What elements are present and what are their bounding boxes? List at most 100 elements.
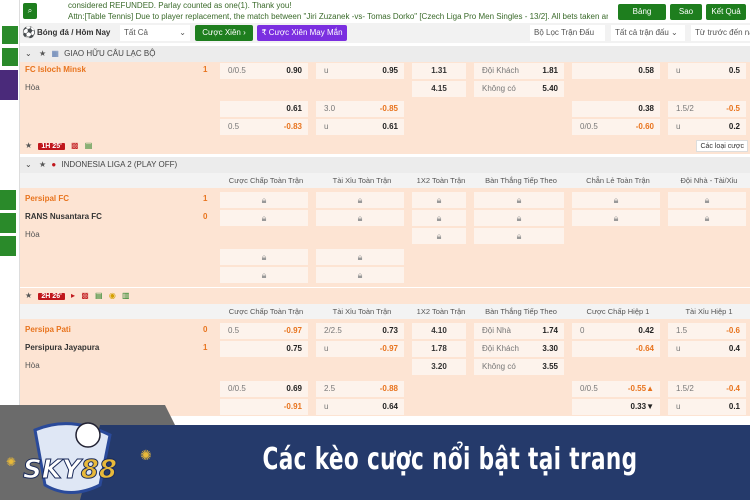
more-bets-button[interactable]: Các loại cược (696, 140, 748, 152)
odds-value: 0.2 (728, 122, 740, 131)
odds-cell[interactable]: Không có 3.55 (474, 359, 564, 375)
category-select[interactable]: Tất Cả ⌄ (120, 25, 190, 41)
odds-cell[interactable]: 1.5 -0.6 (668, 323, 746, 339)
odds-cell[interactable]: 0.5 -0.97 (220, 323, 308, 339)
odds-cell[interactable]: 2/2.5 0.73 (316, 323, 404, 339)
locked-odds-cell: 🔒︎ (474, 192, 564, 208)
category-value: Tất Cả (124, 28, 149, 37)
star-icon[interactable]: ★ (39, 49, 46, 58)
scroll-up-button[interactable] (0, 236, 16, 256)
odds-value: 0.38 (638, 104, 654, 113)
statement-button[interactable]: Sao Kê (670, 4, 702, 32)
lock-icon: 🔒︎ (436, 231, 442, 241)
handicap-label: 1.5 (676, 326, 688, 335)
column-header: Cược Chấp Toàn Trận (228, 307, 304, 316)
odds-cell[interactable]: 3.0 -0.85 (316, 101, 404, 117)
odds-value: -0.55▲ (627, 384, 654, 393)
team-score: 1 (203, 194, 208, 203)
coin-icon[interactable]: ◉ (109, 291, 116, 300)
odds-cell[interactable]: 0/0.5 -0.60 (572, 119, 660, 135)
team-name: Persipa Pati (25, 325, 71, 334)
scoreboard-icon[interactable]: ▤ (95, 291, 103, 300)
star-icon[interactable]: ★ (39, 160, 46, 169)
odds-cell[interactable]: 0 0.42 (572, 323, 660, 339)
sort-select[interactable]: Từ trước đến nay (691, 25, 750, 41)
locked-odds-cell: 🔒︎ (668, 210, 746, 226)
live-time-badge: 2H 26' (38, 293, 65, 300)
odds-cell[interactable]: u 0.2 (668, 119, 746, 135)
odds-cell[interactable]: -0.64 (572, 341, 660, 357)
odds-cell[interactable]: u 0.95 (316, 63, 404, 79)
odds-value: -0.85 (379, 104, 398, 113)
odds-cell[interactable]: 0/0.5 -0.55▲ (572, 381, 660, 397)
odds-value: -0.6 (726, 326, 740, 335)
odds-cell[interactable]: 0.58 (572, 63, 660, 79)
odds-cell[interactable]: 1.31 (412, 63, 466, 79)
odds-cell[interactable]: 0.61 (220, 101, 308, 117)
odds-value: -0.5 (726, 104, 740, 113)
odds-cell[interactable]: u -0.97 (316, 341, 404, 357)
promo-banner[interactable] (2, 26, 18, 44)
lock-icon: 🔒︎ (516, 195, 522, 205)
odds-value: 3.20 (431, 362, 447, 371)
lock-icon: 🔒︎ (357, 195, 363, 205)
star-icon[interactable]: ★ (25, 291, 32, 300)
locked-odds-cell: 🔒︎ (572, 192, 660, 208)
locked-odds-cell: 🔒︎ (412, 210, 466, 226)
column-header: Chẵn Lẻ Toàn Trận (586, 176, 650, 185)
team-name: Hòa (25, 230, 40, 239)
column-headers: Cược Chấp Toàn Trận Tài Xỉu Toàn Trận 1X2 … (20, 173, 750, 188)
team-name: RANS Nusantara FC (25, 212, 102, 221)
parlay-button[interactable]: Cược Xiên › (195, 25, 253, 41)
lucky-parlay-button[interactable]: ₹ Cược Xiên May Mắn (257, 25, 347, 41)
handicap-label: u (676, 66, 681, 75)
scoreboard-icon[interactable]: ▤ (85, 141, 93, 150)
odds-cell[interactable]: 4.15 (412, 81, 466, 97)
match-filter-select[interactable]: Bộ Lọc Trận Đấu ⌄ (530, 25, 605, 53)
scroll-down-button[interactable] (0, 213, 16, 233)
odds-cell[interactable]: 3.20 (412, 359, 466, 375)
odds-cell[interactable]: 1.78 (412, 341, 466, 357)
promo-banner[interactable] (0, 70, 18, 100)
lock-icon: 🔒︎ (436, 195, 442, 205)
team-name: Persipura Jayapura (25, 343, 100, 352)
odds-cell[interactable]: Đội Khách 1.81 (474, 63, 564, 79)
grid-icon[interactable]: ▩ (81, 291, 89, 300)
bet-list-button[interactable]: Bảng Cược (618, 4, 666, 32)
odds-cell[interactable]: 4.10 (412, 323, 466, 339)
scroll-right-button[interactable] (0, 190, 16, 210)
odds-cell[interactable]: u 0.61 (316, 119, 404, 135)
handicap-label: Không có (482, 84, 516, 93)
star-icon[interactable]: ★ (25, 141, 32, 150)
handicap-label: Đội Khách (482, 66, 519, 75)
odds-cell[interactable]: Đội Nhà 1.74 (474, 323, 564, 339)
odds-cell[interactable]: 1.5/2 -0.5 (668, 101, 746, 117)
odds-cell[interactable]: 0/0.5 0.90 (220, 63, 308, 79)
odds-cell[interactable]: 2.5 -0.88 (316, 381, 404, 397)
search-button[interactable]: ⌕ (23, 3, 37, 19)
odds-value: 0.4 (728, 344, 740, 353)
handicap-label: 3.0 (324, 104, 336, 113)
odds-cell[interactable]: 0/0.5 0.69 (220, 381, 308, 397)
odds-cell[interactable]: 1.5/2 -0.4 (668, 381, 746, 397)
column-header: 1X2 Toàn Trận (416, 307, 466, 316)
chevron-down-icon[interactable]: ⌄ (25, 160, 32, 169)
play-icon[interactable]: ▸ (71, 291, 75, 300)
odds-cell[interactable]: u 0.5 (668, 63, 746, 79)
odds-cell[interactable]: 0.38 (572, 101, 660, 117)
stats-icon[interactable]: ▥ (122, 291, 130, 300)
league-header[interactable]: ⌄ ★ ● INDONESIA LIGA 2 (PLAY OFF) (20, 157, 750, 173)
handicap-label: u (676, 122, 681, 131)
league-header[interactable]: ⌄ ★ ▦ GIAO HỮU CÂU LẠC BỘ (20, 46, 750, 62)
odds-cell[interactable]: Không có 5.40 (474, 81, 564, 97)
odds-cell[interactable]: 0.75 (220, 341, 308, 357)
results-button[interactable]: Kết Quả (706, 4, 746, 20)
grid-icon[interactable]: ▩ (71, 141, 79, 150)
chevron-down-icon[interactable]: ⌄ (25, 49, 32, 58)
promo-banner[interactable] (2, 48, 18, 66)
all-matches-select[interactable]: Tất cả trận đấu ⌄ (611, 25, 685, 41)
odds-cell[interactable]: u 0.4 (668, 341, 746, 357)
odds-value: -0.88 (379, 384, 398, 393)
odds-cell[interactable]: Đội Khách 3.30 (474, 341, 564, 357)
odds-cell[interactable]: 0.5 -0.83 (220, 119, 308, 135)
